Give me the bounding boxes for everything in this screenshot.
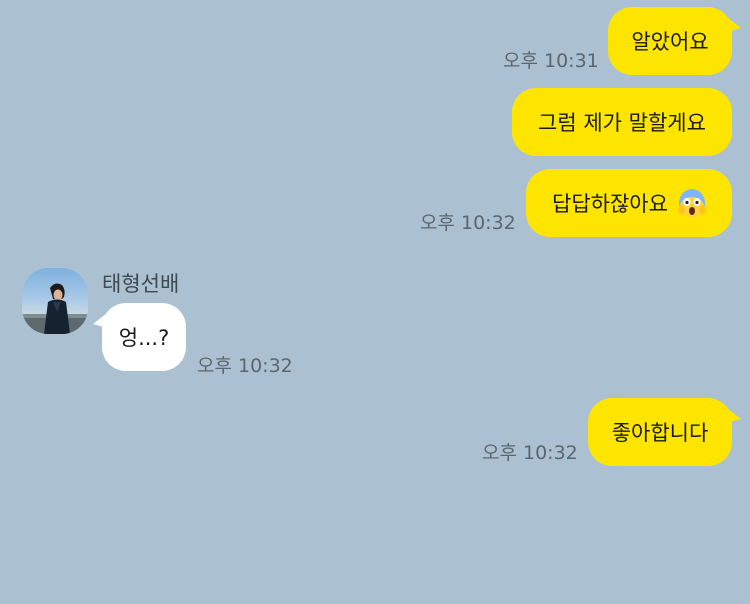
message-timestamp: 오후 10:32 [420, 212, 516, 234]
message-text: 좋아합니다 [611, 421, 709, 445]
message-text: 답답하잖아요 [552, 192, 668, 216]
sent-message-bubble[interactable]: 그럼 제가 말할게요 [512, 88, 732, 156]
message-timestamp: 오후 10:32 [197, 355, 293, 377]
screaming-face-icon [678, 188, 706, 218]
message-timestamp: 오후 10:32 [482, 442, 578, 464]
message-text: 그럼 제가 말할게요 [538, 111, 706, 135]
message-text: 엉...? [118, 326, 170, 350]
sent-message-bubble[interactable]: 알았어요 [608, 7, 732, 75]
sender-name: 태형선배 [102, 272, 180, 296]
received-message-bubble[interactable]: 엉...? [102, 303, 186, 371]
sent-message-bubble[interactable]: 답답하잖아요 [526, 169, 732, 237]
message-text: 알았어요 [631, 30, 709, 54]
sender-avatar[interactable] [22, 268, 88, 334]
sent-message-bubble[interactable]: 좋아합니다 [588, 398, 732, 466]
message-timestamp: 오후 10:31 [503, 50, 599, 72]
